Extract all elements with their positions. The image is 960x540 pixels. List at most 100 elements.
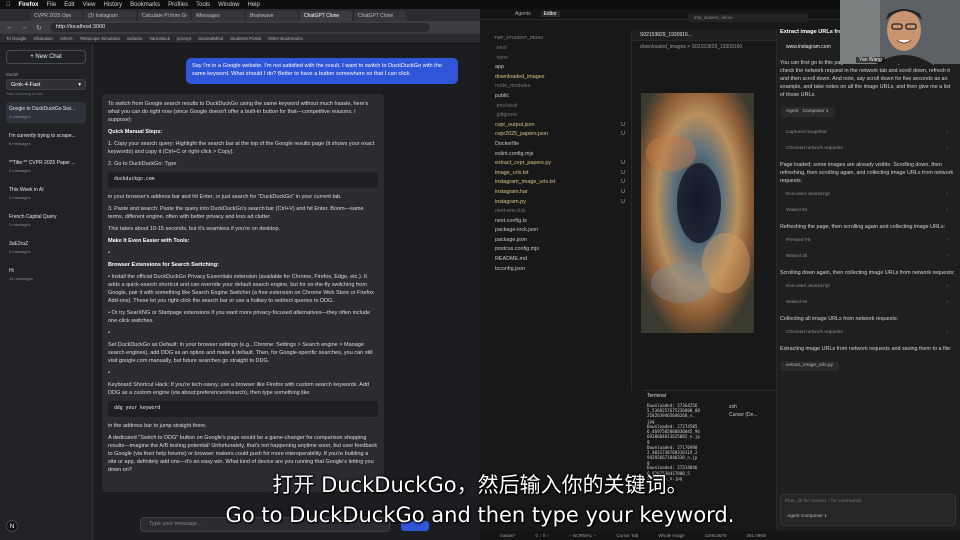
conversation-item[interactable]: **Title:** CVPR 2025 Paper ... 2 messages: [6, 156, 86, 177]
terminal-session[interactable]: Cursor (De...: [729, 411, 758, 419]
agent-tool-step[interactable]: Checked network requests ›: [786, 329, 956, 337]
bookmark-item[interactable]: Telescope Simulator: [80, 36, 121, 41]
apple-icon[interactable]: : [6, 2, 11, 8]
agent-tool-step[interactable]: Waited 5s ›: [786, 207, 956, 215]
bookmark-item[interactable]: arduelo: [127, 36, 142, 41]
file-item[interactable]: instagram_image_urls.txt U: [480, 178, 631, 188]
menubar-item[interactable]: Window: [218, 2, 239, 8]
browser-toolbar: ← → ↻ http://localhost:3000: [0, 21, 480, 34]
terminal-session[interactable]: zsh: [729, 403, 758, 411]
agent-tool-step[interactable]: Executed JavaScript ›: [786, 191, 956, 199]
file-name: README.md: [495, 256, 528, 263]
file-item[interactable]: app: [480, 63, 631, 73]
chevron-right-icon: ›: [946, 130, 948, 135]
file-item[interactable]: instagram.py U: [480, 198, 631, 208]
file-item[interactable]: public: [480, 92, 631, 102]
conversation-count: 2 messages: [9, 222, 31, 227]
file-item[interactable]: extract_cvpr_papers.py U: [480, 159, 631, 169]
conversation-item[interactable]: Google to DuckDuckGo Swi... 4 messages: [6, 102, 86, 123]
git-status: U: [621, 188, 625, 195]
webcam-name: Yan Wang: [856, 57, 885, 63]
browser-tab[interactable]: ChatGPT Clone: [300, 11, 352, 21]
answer-default: Set DuckDuckGo as Default: In your brows…: [108, 342, 373, 364]
file-item[interactable]: next.config.ts: [480, 217, 631, 227]
browser-tab[interactable]: Calculate Pi from Gr: [138, 11, 190, 21]
answer-step2b: in your browser's address bar and hit En…: [108, 194, 342, 200]
conversation-item[interactable]: 3uE2ruZ 2 messages: [6, 237, 86, 258]
menubar-app[interactable]: Firefox: [19, 2, 39, 8]
file-item[interactable]: instagram.har U: [480, 188, 631, 198]
file-item[interactable]: .env.local: [480, 102, 631, 112]
reload-icon[interactable]: ↻: [36, 24, 42, 32]
file-name: extract_cvpr_papers.py: [495, 160, 552, 167]
bookmark-item[interactable]: To Google: [6, 36, 27, 41]
tab-editor[interactable]: Editor: [540, 11, 560, 17]
bookmark-item[interactable]: Other Bookmarks: [268, 36, 303, 41]
agent-tool-step[interactable]: Waited 5s ›: [786, 299, 956, 307]
menubar-item[interactable]: History: [103, 2, 122, 8]
new-chat-button[interactable]: + New Chat: [6, 50, 86, 64]
answer-closing: A dedicated "Switch to DDG" button on Go…: [108, 435, 378, 473]
file-item[interactable]: postcss.config.mjs: [480, 245, 631, 255]
file-item[interactable]: .gitignore: [480, 111, 631, 121]
file-item[interactable]: next-env.d.ts: [480, 207, 631, 217]
file-item[interactable]: .venv: [480, 54, 631, 64]
file-item[interactable]: .next: [480, 44, 631, 54]
bookmark-item[interactable]: SecondMind: [198, 36, 223, 41]
back-icon[interactable]: ←: [6, 24, 13, 31]
bookmark-item[interactable]: others: [60, 36, 73, 41]
browser-tab[interactable]: Brainwave: [246, 11, 298, 21]
file-item[interactable]: node_modules: [480, 82, 631, 92]
bookmark-item[interactable]: VaricSlack: [149, 36, 170, 41]
agent-tool-step[interactable]: Waited 3s ›: [786, 253, 956, 261]
conversation-item[interactable]: This Week in AI 2 messages: [6, 183, 86, 204]
file-item[interactable]: README.md: [480, 255, 631, 265]
agent-tool-step[interactable]: Checked network requests ›: [786, 145, 956, 153]
menubar-item[interactable]: View: [83, 2, 96, 8]
bookmark-item[interactable]: prompt: [177, 36, 191, 41]
bullet: •: [108, 250, 110, 256]
browser-tab[interactable]: iMessages: [192, 11, 244, 21]
menubar-item[interactable]: File: [47, 2, 57, 8]
menubar-item[interactable]: Edit: [64, 2, 74, 8]
menubar-item[interactable]: Tools: [196, 2, 210, 8]
menubar-item[interactable]: Help: [248, 2, 260, 8]
conversation-count: 4 messages: [9, 114, 31, 119]
file-item[interactable]: downloaded_images: [480, 73, 631, 83]
agent-step-label: Executed JavaScript: [786, 284, 830, 289]
file-item[interactable]: image_urls.txt U: [480, 169, 631, 179]
file-item[interactable]: tsconfig.json: [480, 265, 631, 275]
agent-tool-step[interactable]: Pressed F5 ›: [786, 237, 956, 245]
agent-prompt: You can first go to this page... it will…: [780, 60, 951, 98]
menubar-item[interactable]: Profiles: [168, 2, 188, 8]
browser-tab[interactable]: ChatGPT Clone: [354, 11, 406, 21]
address-bar[interactable]: http://localhost:3000: [49, 23, 430, 32]
bookmark-item[interactable]: Ghanaian: [34, 36, 54, 41]
conversation-item[interactable]: Hi 14 messages: [6, 264, 86, 285]
forward-icon[interactable]: →: [21, 24, 28, 31]
browser-tab[interactable]: CVPR 2025 Ope: [30, 11, 82, 21]
bullet: •: [108, 330, 110, 336]
file-item[interactable]: eslint.config.mjs: [480, 150, 631, 160]
agent-tool-step[interactable]: Executed JavaScript ›: [786, 283, 956, 291]
conversation-item[interactable]: I'm currently trying to scrape... 6 messa…: [6, 129, 86, 150]
menubar-item[interactable]: Bookmarks: [130, 2, 160, 8]
browser-tab[interactable]: (3) Instagram: [84, 11, 136, 21]
file-item[interactable]: cvpr2025_papers.json U: [480, 130, 631, 140]
file-item[interactable]: package-lock.json: [480, 226, 631, 236]
model-select[interactable]: Grok-4-Fast ▾: [6, 79, 86, 90]
command-search[interactable]: tmp_student_demo: [688, 14, 808, 22]
tab-agents[interactable]: Agents: [515, 11, 531, 17]
file-item[interactable]: package.json: [480, 236, 631, 246]
file-item[interactable]: cvpr_output.json U: [480, 121, 631, 131]
agent-tool-step[interactable]: Captured snapshot ›: [786, 129, 956, 137]
terminal-sessions: zsh Cursor (De...: [729, 403, 758, 419]
status-item: 1168x3676: [704, 533, 727, 538]
agent-mode-bar[interactable]: Agent Composer 1: [780, 107, 835, 117]
answer-ext1: • Install the official DuckDuckGo Privac…: [108, 274, 374, 304]
conversation-item[interactable]: French Capital Query 2 messages: [6, 210, 86, 231]
editor-file-tab[interactable]: S02153829_1930916...: [632, 30, 782, 41]
file-item[interactable]: Dockerfile: [480, 140, 631, 150]
bookmark-item[interactable]: Students Portal: [230, 36, 261, 41]
agent-file-chip[interactable]: extract_image_urls.py: [780, 361, 839, 371]
